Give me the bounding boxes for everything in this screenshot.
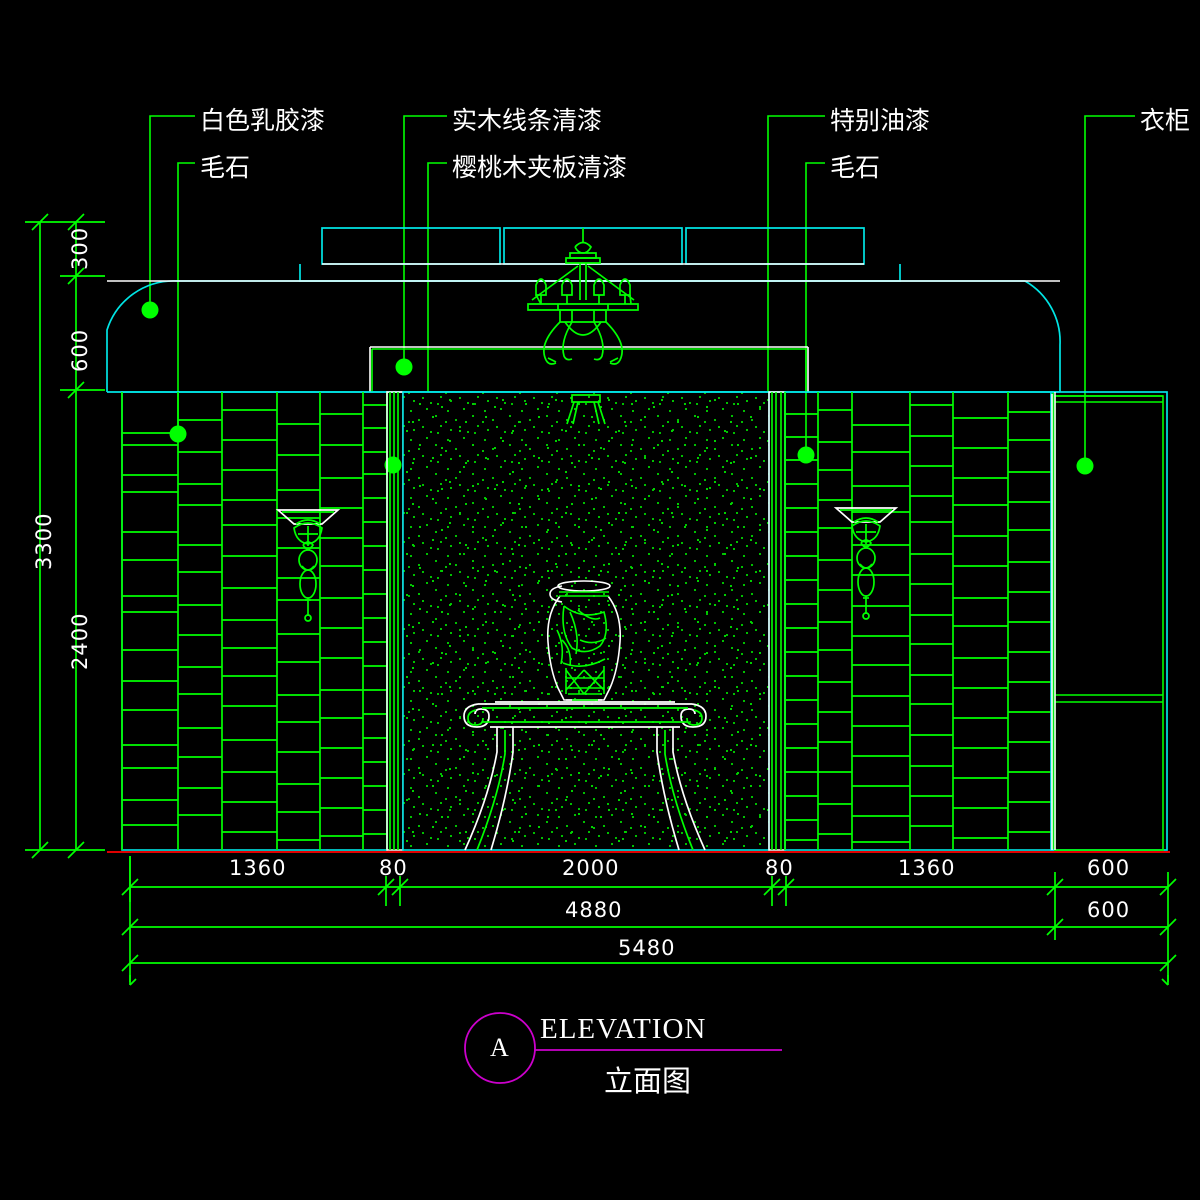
- annotation-special-paint: 特别油漆: [830, 106, 931, 135]
- wardrobe: [1050, 391, 1168, 851]
- dimension-text-3300: 3300: [32, 512, 56, 570]
- dimension-text-600: 600: [68, 328, 92, 372]
- chandelier: [527, 228, 639, 365]
- annotation-rubble-stone-left: 毛石: [200, 153, 251, 182]
- annotation-white-latex-paint: 白色乳胶漆: [200, 106, 326, 135]
- dimension-text-5480: 5480: [618, 936, 676, 960]
- feature-panel: [402, 391, 770, 851]
- wall-sconce-right: [833, 507, 899, 620]
- stone-wall-right: [784, 391, 1054, 851]
- annotation-cherry-plywood-lacquer: 樱桃木夹板清漆: [452, 153, 628, 182]
- trim-right: [768, 391, 786, 851]
- dimension-text-80-left: 80: [379, 856, 408, 880]
- dimension-text-4880: 4880: [565, 898, 623, 922]
- title-chinese: 立面图: [604, 1064, 692, 1098]
- dimension-text-300: 300: [68, 226, 92, 270]
- detail-mark-letter: A: [490, 1033, 509, 1062]
- annotation-wardrobe: 衣柜: [1140, 106, 1191, 135]
- dimension-text-2400: 2400: [68, 612, 92, 670]
- dimension-text-1360-right: 1360: [898, 856, 956, 880]
- cad-drawing-canvas: 白色乳胶漆 毛石 实木线条清漆 樱桃木夹板清漆 特别油漆 毛石 衣柜 300 6…: [0, 0, 1200, 1200]
- dimension-text-600-bottom: 600: [1087, 898, 1131, 922]
- crown-moulding-green: [371, 348, 807, 392]
- annotation-rubble-stone-right: 毛石: [830, 153, 881, 182]
- annotation-solid-wood-trim-lacquer: 实木线条清漆: [452, 106, 603, 135]
- dimension-text-80-right: 80: [765, 856, 794, 880]
- title-english: ELEVATION: [540, 1013, 707, 1045]
- dimension-text-2000: 2000: [562, 856, 620, 880]
- dimension-text-600-top: 600: [1087, 856, 1131, 880]
- dimension-text-1360-left: 1360: [229, 856, 287, 880]
- crown-moulding: [107, 263, 1060, 392]
- stone-wall-left: [121, 391, 388, 851]
